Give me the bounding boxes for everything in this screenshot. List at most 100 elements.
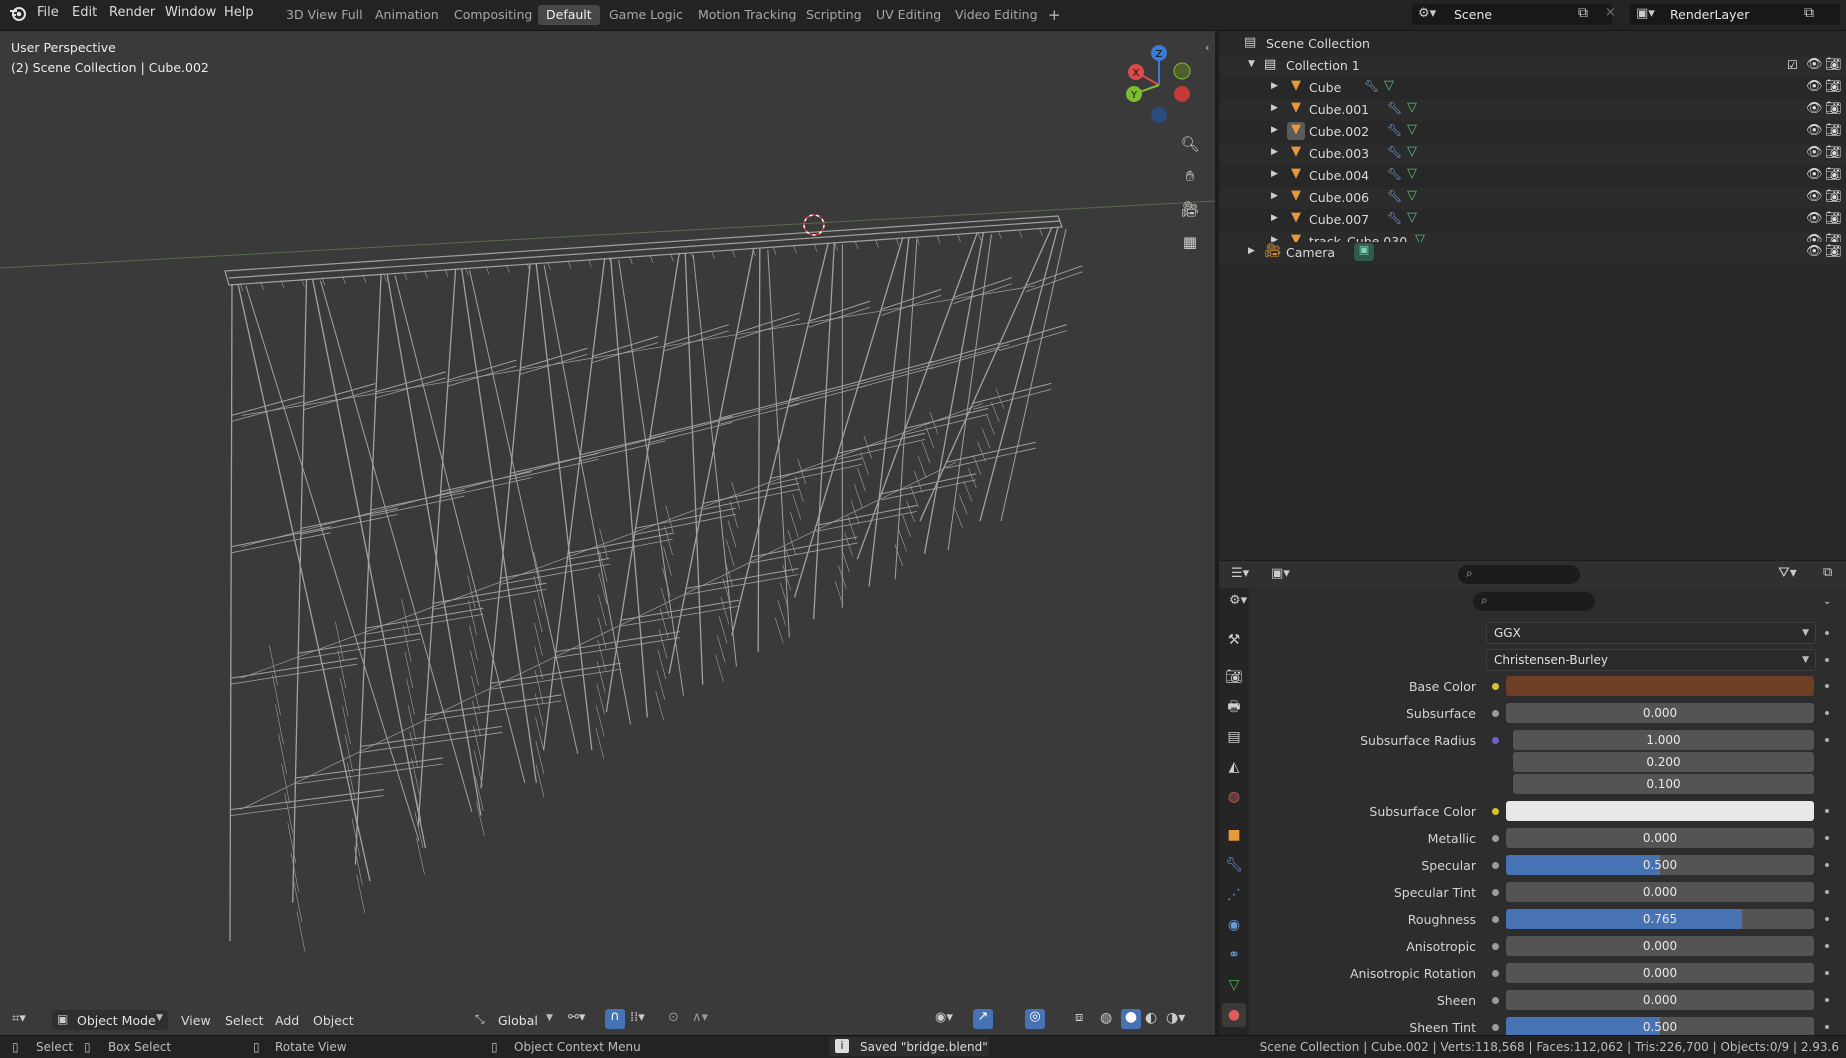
decorator-dot[interactable]	[1825, 631, 1829, 635]
decorator-dot[interactable]	[1825, 890, 1829, 894]
menu-object[interactable]: Object	[313, 1011, 354, 1031]
eye-icon[interactable]: 👁︎	[1806, 244, 1823, 259]
pivot-icon[interactable]: ⚯▾	[568, 1010, 585, 1025]
property-field[interactable]: 0.000	[1506, 963, 1814, 983]
outliner-camera-row[interactable]: ▶ 🎥︎ Camera ▣ 👁︎ 📷︎	[1219, 242, 1846, 264]
navigation-gizmo[interactable]: Z X Y	[1115, 40, 1195, 125]
decorator-dot[interactable]	[1825, 971, 1829, 975]
menu-view[interactable]: View	[181, 1011, 211, 1031]
tab-compositing[interactable]: Compositing	[446, 5, 540, 25]
decorator-dot[interactable]	[1825, 809, 1829, 813]
property-field[interactable]	[1506, 676, 1814, 696]
data-tab-icon[interactable]: ▽	[1222, 973, 1246, 997]
snap-icon[interactable]: ∩	[605, 1009, 625, 1029]
eye-icon[interactable]: 👁︎	[1806, 57, 1823, 72]
menu-select[interactable]: Select	[225, 1011, 264, 1031]
socket-dot-icon[interactable]	[1492, 862, 1499, 869]
proportional-edit-icon[interactable]: ⊙	[668, 1010, 679, 1025]
socket-dot-icon[interactable]	[1492, 710, 1499, 717]
decorator-dot[interactable]	[1825, 684, 1829, 688]
property-field[interactable]: 0.000	[1506, 936, 1814, 956]
material-shading-icon[interactable]: ◐	[1145, 1010, 1157, 1026]
tab-motion-tracking[interactable]: Motion Tracking	[690, 5, 804, 25]
mesh-data-icon[interactable]: ▽	[1407, 210, 1417, 225]
snap-target-icon[interactable]: ⁞⁞▾	[630, 1010, 645, 1025]
property-field[interactable]: 0.500	[1506, 1017, 1814, 1037]
world-tab-icon[interactable]: ◍	[1222, 785, 1246, 809]
decorator-dot[interactable]	[1825, 944, 1829, 948]
decorator-dot[interactable]	[1825, 863, 1829, 867]
render-tab-icon[interactable]: 📷︎	[1222, 665, 1246, 689]
decorator-dot[interactable]	[1825, 658, 1829, 662]
outliner-object-row[interactable]: ▶▼Cube.001🔧︎▽👁︎📷︎	[1219, 99, 1846, 121]
outliner-root-row[interactable]: ▤ Scene Collection	[1219, 33, 1846, 55]
outliner-object-row[interactable]: ▶▼Cube.003🔧︎▽👁︎📷︎	[1219, 143, 1846, 165]
mesh-data-icon[interactable]: ▽	[1407, 122, 1417, 137]
modifier-wrench-icon[interactable]: 🔧︎	[1387, 123, 1402, 137]
decorator-dot[interactable]	[1825, 917, 1829, 921]
render-camera-icon[interactable]: 📷︎	[1825, 211, 1842, 226]
blender-logo-icon[interactable]	[9, 5, 27, 23]
camera-view-icon[interactable]: 🎥︎	[1178, 197, 1202, 221]
tab-scripting[interactable]: Scripting	[798, 5, 870, 25]
modifier-wrench-icon[interactable]: 🔧︎	[1387, 101, 1402, 115]
new-scene-icon[interactable]: ⧉	[1578, 5, 1588, 21]
wireframe-shading-icon[interactable]: ◍	[1100, 1010, 1112, 1026]
render-camera-icon[interactable]: 📷︎	[1825, 244, 1842, 259]
property-field[interactable]: 0.200	[1513, 752, 1814, 772]
view-layer-tab-icon[interactable]: ▤	[1222, 725, 1246, 749]
socket-dot-icon[interactable]	[1492, 683, 1499, 690]
collapse-sidebar-icon[interactable]: ‹	[1205, 41, 1209, 54]
eye-icon[interactable]: 👁︎	[1806, 211, 1823, 226]
subsurface-method-dropdown[interactable]: Christensen-Burley ▼	[1486, 649, 1816, 671]
menu-render[interactable]: Render	[109, 5, 155, 20]
outliner-object-row[interactable]: ▶▼Cube.002🔧︎▽👁︎📷︎	[1219, 121, 1846, 143]
render-camera-icon[interactable]: 📷︎	[1825, 123, 1842, 138]
expand-arrow-icon[interactable]: ▶	[1271, 125, 1278, 135]
expand-arrow-icon[interactable]: ▶	[1271, 191, 1278, 201]
outliner-object-row[interactable]: ▶▼Cube🔧︎▽👁︎📷︎	[1219, 77, 1846, 99]
eye-icon[interactable]: 👁︎	[1806, 189, 1823, 204]
editor-type-icon[interactable]: ⌗▾	[12, 1011, 26, 1026]
socket-dot-icon[interactable]	[1492, 916, 1499, 923]
menu-add[interactable]: Add	[275, 1011, 299, 1031]
scene-tab-icon[interactable]: ◭	[1222, 755, 1246, 779]
outliner-object-row[interactable]: ▶▼Cube.007🔧︎▽👁︎📷︎	[1219, 209, 1846, 231]
render-camera-icon[interactable]: 📷︎	[1825, 167, 1842, 182]
eye-icon[interactable]: 👁︎	[1806, 123, 1823, 138]
modifier-wrench-icon[interactable]: 🔧︎	[1387, 167, 1402, 181]
outliner-object-row[interactable]: ▶▼Cube.006🔧︎▽👁︎📷︎	[1219, 187, 1846, 209]
overlay-toggle-icon[interactable]: ◎	[1025, 1009, 1045, 1029]
expand-arrow-icon[interactable]: ▶	[1271, 147, 1278, 157]
new-layer-icon[interactable]: ⧉	[1804, 5, 1814, 21]
physics-tab-icon[interactable]: ◉	[1222, 913, 1246, 937]
expand-arrow-icon[interactable]: ▶	[1271, 169, 1278, 179]
object-tab-icon[interactable]: ■	[1222, 823, 1246, 847]
tab-3d-view-full[interactable]: 3D View Full	[278, 5, 371, 25]
property-field[interactable]: 0.000	[1506, 703, 1814, 723]
material-tab-icon[interactable]: ●	[1222, 1003, 1246, 1027]
property-field[interactable]: 1.000	[1513, 730, 1814, 750]
transform-orientation[interactable]: ⤡ Global ▼	[470, 1010, 556, 1030]
decorator-dot[interactable]	[1825, 1025, 1829, 1029]
gizmo-toggle-icon[interactable]: ↗	[973, 1009, 993, 1029]
expand-arrow-icon[interactable]: ▶	[1248, 246, 1255, 256]
mode-selector[interactable]: ▣ Object Mode ▼	[52, 1010, 168, 1030]
mesh-data-icon[interactable]: ▽	[1384, 78, 1394, 93]
socket-dot-icon[interactable]	[1492, 997, 1499, 1004]
mesh-data-icon[interactable]: ▽	[1407, 144, 1417, 159]
decorator-dot[interactable]	[1825, 998, 1829, 1002]
render-camera-icon[interactable]: 📷︎	[1825, 101, 1842, 116]
3d-viewport[interactable]: User Perspective (2) Scene Collection | …	[0, 31, 1215, 1035]
property-field[interactable]: 0.000	[1506, 990, 1814, 1010]
modifier-wrench-icon[interactable]: 🔧︎	[1387, 189, 1402, 203]
render-camera-icon[interactable]: 📷︎	[1825, 189, 1842, 204]
tab-animation[interactable]: Animation	[367, 5, 447, 25]
scene-selector[interactable]: ⚙▾ Scene ⧉	[1412, 4, 1612, 25]
menu-help[interactable]: Help	[224, 5, 254, 20]
expand-arrow-icon[interactable]: ▶	[1271, 81, 1278, 91]
tool-tab-icon[interactable]: ⚒	[1222, 628, 1246, 652]
socket-dot-icon[interactable]	[1492, 808, 1499, 815]
socket-dot-icon[interactable]	[1492, 889, 1499, 896]
expand-arrow-icon[interactable]: ▶	[1271, 213, 1278, 223]
